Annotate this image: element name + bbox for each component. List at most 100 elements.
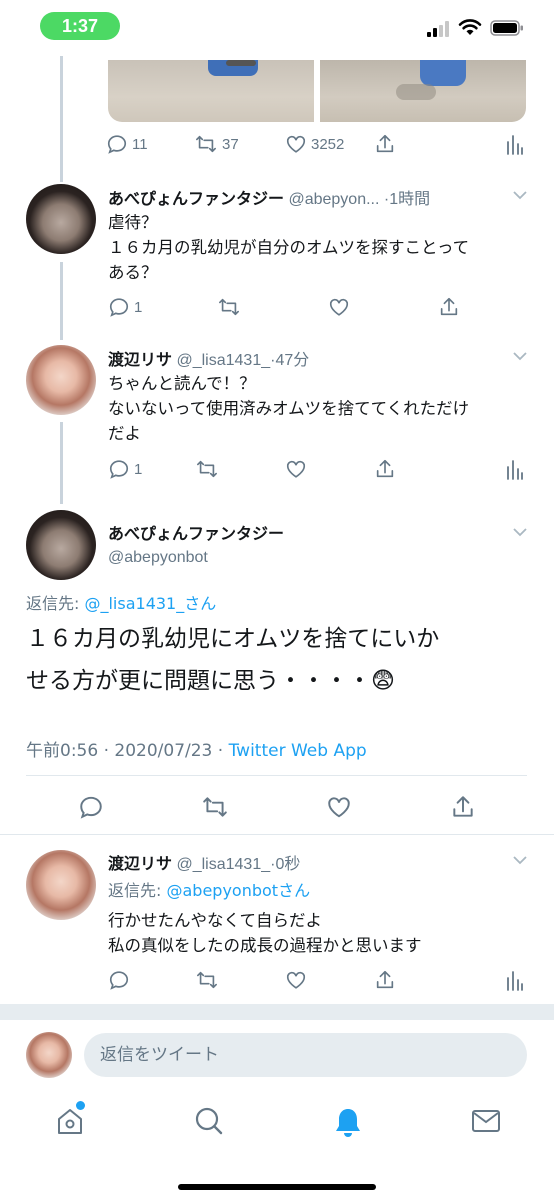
reply-button[interactable] — [78, 794, 104, 820]
tab-bar — [0, 1090, 554, 1170]
chevron-down-icon[interactable] — [512, 526, 528, 538]
reply-to-link[interactable]: @_lisa1431_さん — [84, 594, 216, 613]
retweet-button[interactable] — [217, 296, 241, 318]
heart-icon — [329, 298, 349, 316]
reply-count: 1 — [134, 298, 143, 316]
reply-count: 1 — [134, 460, 143, 478]
reply-icon — [80, 796, 102, 819]
display-name: あべぴょんファンタジー — [108, 191, 285, 208]
chevron-down-icon[interactable] — [512, 854, 528, 866]
messages-icon[interactable] — [471, 1106, 501, 1136]
display-name: 渡辺リサ — [108, 352, 173, 369]
home-icon[interactable] — [55, 1106, 85, 1136]
handle: @_lisa1431_ — [176, 352, 271, 369]
retweet-icon — [219, 298, 239, 316]
heart-icon — [286, 135, 306, 153]
tweet-timestamp: 午前0:56 · 2020/07/23 · Twitter Web App — [26, 736, 367, 761]
reply-input[interactable]: 返信をツイート — [84, 1033, 527, 1077]
share-icon — [453, 796, 473, 817]
tweet-text-line: せる方が更に問題に思う・・・・😨 — [26, 668, 395, 694]
status-time[interactable]: 1:37 — [40, 12, 120, 40]
tweet-text-line: ある？ — [108, 263, 158, 282]
share-button[interactable] — [374, 133, 396, 155]
tweet-author-line[interactable]: あべぴょんファンタジー @abepyonbot — [108, 520, 284, 567]
retweet-button[interactable] — [201, 794, 229, 820]
retweet-button[interactable]: 37 — [194, 133, 239, 155]
analytics-icon — [507, 460, 523, 480]
search-icon[interactable] — [194, 1106, 224, 1136]
retweet-count: 37 — [222, 135, 239, 153]
focused-tweet-text: １６カ月の乳幼児にオムツを捨てにいか せる方が更に問題に思う・・・・😨 — [26, 618, 536, 702]
home-indicator — [178, 1184, 376, 1190]
tweet-text: 行かせたんやなくて自らだよ 私の真似をしたの成長の過程かと思います — [108, 908, 422, 958]
tweet-time: ·47分 — [270, 352, 310, 369]
retweet-icon — [203, 797, 227, 817]
tweet-text-line: 私の真似をしたの成長の過程かと思います — [108, 936, 422, 955]
tweet-time: ·0秒 — [270, 856, 301, 873]
tweet-time: ·1時間 — [383, 191, 431, 208]
divider — [26, 775, 527, 776]
source-link[interactable]: Twitter Web App — [229, 741, 367, 761]
heart-icon — [286, 460, 306, 478]
share-button[interactable] — [438, 296, 460, 318]
notification-dot — [76, 1101, 85, 1110]
heart-icon — [328, 797, 350, 818]
reply-button[interactable]: 1 — [108, 458, 142, 480]
retweet-icon — [197, 460, 217, 478]
reply-to-link[interactable]: @abepyonbotさん — [166, 881, 310, 900]
tweet-author-line[interactable]: 渡辺リサ @_lisa1431_·0秒 — [108, 850, 300, 874]
like-button[interactable] — [328, 296, 350, 318]
divider — [0, 834, 554, 835]
handle: @abepyon... — [288, 191, 380, 208]
tweet-author-line[interactable]: 渡辺リサ @_lisa1431_·47分 — [108, 346, 309, 370]
like-button[interactable] — [285, 969, 307, 991]
analytics-button[interactable] — [506, 459, 524, 481]
avatar[interactable] — [26, 850, 96, 920]
status-bar: 1:37 — [0, 0, 554, 56]
analytics-button[interactable] — [506, 970, 524, 992]
reply-prefix: 返信先: — [108, 881, 167, 900]
reply-icon — [109, 460, 129, 479]
like-button[interactable] — [326, 794, 352, 820]
tweet-media-image[interactable] — [320, 60, 526, 122]
tweet-text-line: 行かせたんやなくて自らだよ — [108, 911, 323, 930]
timestamp-text: 午前0:56 · 2020/07/23 · — [26, 741, 229, 761]
chevron-down-icon[interactable] — [512, 350, 528, 362]
thread-line — [60, 262, 63, 340]
display-name: 渡辺リサ — [108, 856, 173, 873]
share-button[interactable] — [450, 794, 476, 820]
like-button[interactable] — [285, 458, 307, 480]
analytics-button[interactable] — [506, 134, 524, 156]
like-count: 3252 — [311, 135, 345, 153]
tweet-text: 虐待？ １６カ月の乳幼児が自分のオムツを探すことって ある？ — [108, 210, 469, 285]
reply-icon — [107, 135, 127, 154]
reply-prefix: 返信先: — [26, 594, 85, 613]
share-icon — [376, 459, 394, 478]
share-button[interactable] — [374, 969, 396, 991]
share-icon — [376, 134, 394, 153]
reply-count: 11 — [132, 135, 148, 153]
share-button[interactable] — [374, 458, 396, 480]
retweet-button[interactable] — [195, 969, 219, 991]
reply-composer: 返信をツイート — [0, 1020, 554, 1090]
like-button[interactable]: 3252 — [285, 133, 344, 155]
reply-context: 返信先: @_lisa1431_さん — [26, 590, 216, 614]
reply-button[interactable]: 11 — [106, 133, 148, 155]
handle: @_lisa1431_ — [176, 856, 271, 873]
reply-button[interactable]: 1 — [108, 296, 142, 318]
avatar[interactable] — [26, 1032, 72, 1078]
wifi-icon — [458, 19, 482, 35]
avatar[interactable] — [26, 184, 96, 254]
analytics-icon — [507, 971, 523, 991]
notifications-icon[interactable] — [333, 1106, 363, 1138]
tweet-author-line[interactable]: あべぴょんファンタジー @abepyon... ·1時間 — [108, 185, 430, 209]
chevron-down-icon[interactable] — [512, 189, 528, 201]
tweet-media-image[interactable] — [108, 60, 314, 122]
avatar[interactable] — [26, 345, 96, 415]
retweet-button[interactable] — [195, 458, 219, 480]
section-gap — [0, 1004, 554, 1020]
thread-line — [60, 422, 63, 504]
tweet-text-line: ちゃんと読んで！？ — [108, 374, 256, 393]
reply-button[interactable] — [108, 969, 130, 991]
avatar[interactable] — [26, 510, 96, 580]
